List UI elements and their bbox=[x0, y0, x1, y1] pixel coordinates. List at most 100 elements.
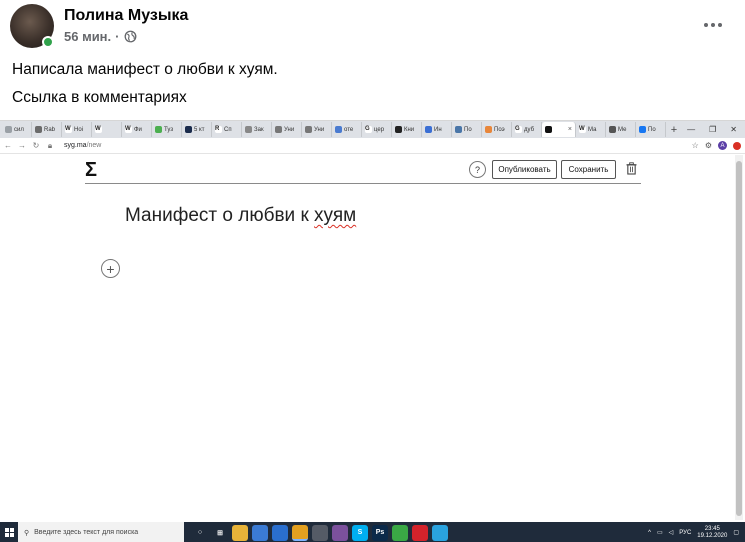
online-status-icon bbox=[42, 36, 54, 48]
windows-start-button[interactable] bbox=[0, 522, 18, 542]
taskbar-skype-icon[interactable]: S bbox=[352, 524, 368, 541]
taskbar-chrome-icon[interactable] bbox=[292, 524, 308, 541]
search-icon: ⚲ bbox=[24, 529, 30, 537]
tab-favicon-icon bbox=[395, 126, 402, 133]
tab-favicon-icon bbox=[335, 126, 342, 133]
more-dot-icon bbox=[718, 23, 722, 27]
browser-tab[interactable]: По bbox=[452, 122, 482, 137]
author-name[interactable]: Полина Музыка bbox=[64, 7, 188, 25]
browser-tab[interactable]: Туз bbox=[152, 122, 182, 137]
tab-close-icon[interactable]: × bbox=[568, 126, 572, 133]
add-block-button[interactable]: + bbox=[101, 259, 120, 278]
browser-tab[interactable]: R Сп bbox=[212, 122, 242, 137]
taskbar-telegram-icon[interactable] bbox=[432, 524, 448, 541]
taskbar-widgets-icon[interactable]: ⊞ bbox=[212, 524, 228, 541]
profile-avatar[interactable]: A bbox=[718, 141, 727, 150]
language-indicator[interactable]: РУС bbox=[679, 530, 691, 536]
clock[interactable]: 23:45 19.12.2020 bbox=[697, 526, 727, 540]
tray-chevron-icon[interactable]: ^ bbox=[648, 530, 651, 536]
tab-favicon-icon bbox=[35, 126, 42, 133]
volume-icon[interactable]: ◁ bbox=[669, 529, 674, 536]
attached-screenshot[interactable]: сил Rab W Hoi W W Фи Туз 5 кт R Сп Зак Уни Уни оте Gцер… bbox=[0, 120, 745, 542]
browser-tab[interactable]: Gцер bbox=[362, 122, 392, 137]
extensions-icon[interactable]: ⚙ bbox=[705, 141, 712, 150]
taskbar-search-input[interactable]: ⚲ Введите здесь текст для поиска bbox=[18, 522, 184, 542]
windows-logo-icon bbox=[4, 528, 14, 537]
browser-tab[interactable]: W bbox=[92, 122, 122, 137]
trash-icon[interactable] bbox=[626, 162, 637, 175]
taskbar-store-icon[interactable] bbox=[252, 524, 268, 541]
browser-tab[interactable]: Зак bbox=[242, 122, 272, 137]
url-field[interactable]: syg.ma/new bbox=[64, 142, 101, 149]
taskbar-explorer-icon[interactable] bbox=[232, 524, 248, 541]
reload-icon[interactable]: ↻ bbox=[32, 141, 40, 150]
notifications-icon[interactable]: ▢ bbox=[733, 529, 739, 536]
taskbar-camera-icon[interactable] bbox=[312, 524, 328, 541]
browser-tab[interactable]: сил bbox=[2, 122, 32, 137]
browser-tab[interactable]: Ме bbox=[606, 122, 636, 137]
browser-tab[interactable]: W Ма bbox=[576, 122, 606, 137]
browser-tab[interactable]: Уни bbox=[272, 122, 302, 137]
tab-label: дуб bbox=[524, 126, 535, 133]
close-window-button[interactable]: ✕ bbox=[730, 125, 737, 134]
tab-label: Ин bbox=[434, 126, 442, 133]
extension-red-icon[interactable] bbox=[733, 141, 741, 150]
more-dot-icon bbox=[704, 23, 708, 27]
browser-tab[interactable]: Уни bbox=[302, 122, 332, 137]
more-options-button[interactable] bbox=[699, 14, 727, 36]
browser-tab[interactable]: W Hoi bbox=[62, 122, 92, 137]
browser-tab[interactable]: Ин bbox=[422, 122, 452, 137]
tab-label: По bbox=[648, 126, 656, 133]
restore-button[interactable]: ❐ bbox=[709, 125, 716, 134]
tab-label: Уни bbox=[314, 126, 325, 133]
tab-favicon-icon: G bbox=[515, 126, 522, 133]
browser-tab[interactable]: Gдуб bbox=[512, 122, 542, 137]
browser-addressbar: ← → ↻ 🔒︎ syg.ma/new ☆ ⚙ A bbox=[0, 138, 745, 154]
browser-tab[interactable]: оте bbox=[332, 122, 362, 137]
taskbar-task-view-icon[interactable]: ○ bbox=[192, 524, 208, 541]
scrollbar-thumb[interactable] bbox=[736, 161, 742, 516]
tab-label: Rab bbox=[44, 126, 56, 133]
tab-label: По bbox=[464, 126, 472, 133]
taskbar-mail-icon[interactable] bbox=[272, 524, 288, 541]
lock-icon[interactable]: 🔒︎ bbox=[46, 141, 54, 151]
windows-taskbar: ⚲ Введите здесь текст для поиска ○ ⊞ S Ps ^… bbox=[0, 522, 745, 542]
network-icon[interactable]: ▭ bbox=[657, 529, 663, 536]
taskbar-photoshop-icon[interactable]: Ps bbox=[372, 524, 388, 541]
tab-label: Сп bbox=[224, 126, 232, 133]
new-tab-button[interactable]: + bbox=[666, 124, 682, 136]
bookmark-star-icon[interactable]: ☆ bbox=[692, 141, 699, 150]
taskbar-utorrent-icon[interactable] bbox=[392, 524, 408, 541]
post-time[interactable]: 56 мин. bbox=[64, 29, 111, 44]
globe-icon bbox=[124, 30, 136, 43]
forward-icon[interactable]: → bbox=[18, 141, 26, 150]
more-dot-icon bbox=[711, 23, 715, 27]
tab-favicon-icon: W bbox=[579, 126, 586, 133]
document-title[interactable]: Манифест о любви к хуям bbox=[125, 205, 356, 227]
taskbar-viber-icon[interactable] bbox=[332, 524, 348, 541]
clock-date: 19.12.2020 bbox=[697, 532, 728, 539]
browser-tab[interactable]: 5 кт bbox=[182, 122, 212, 137]
tab-label: Зак bbox=[254, 126, 264, 133]
browser-tab[interactable]: W Фи bbox=[122, 122, 152, 137]
browser-tab[interactable]: Rab bbox=[32, 122, 62, 137]
tab-label: Ма bbox=[588, 126, 597, 133]
help-button[interactable]: ? bbox=[469, 161, 486, 178]
tab-label: Hoi bbox=[74, 126, 84, 133]
document-title-text: Манифест о любви к bbox=[125, 205, 315, 226]
tab-favicon-icon bbox=[455, 126, 462, 133]
page-scrollbar[interactable] bbox=[735, 155, 743, 520]
back-icon[interactable]: ← bbox=[4, 141, 12, 150]
browser-tab[interactable]: Кни bbox=[392, 122, 422, 137]
browser-tab[interactable]: Поэ bbox=[482, 122, 512, 137]
tab-label: Фи bbox=[134, 126, 142, 133]
taskbar-acrobat-icon[interactable] bbox=[412, 524, 428, 541]
publish-button[interactable]: Опубликовать bbox=[492, 160, 557, 179]
tab-favicon-icon bbox=[5, 126, 12, 133]
save-button[interactable]: Сохранить bbox=[561, 160, 616, 179]
minimize-button[interactable]: — bbox=[687, 125, 695, 134]
browser-tab[interactable]: По bbox=[636, 122, 666, 137]
browser-tab[interactable]: × bbox=[542, 122, 576, 137]
editor-toolbar: Σ ? Опубликовать Сохранить bbox=[85, 155, 641, 184]
sygma-logo[interactable]: Σ bbox=[85, 159, 97, 182]
